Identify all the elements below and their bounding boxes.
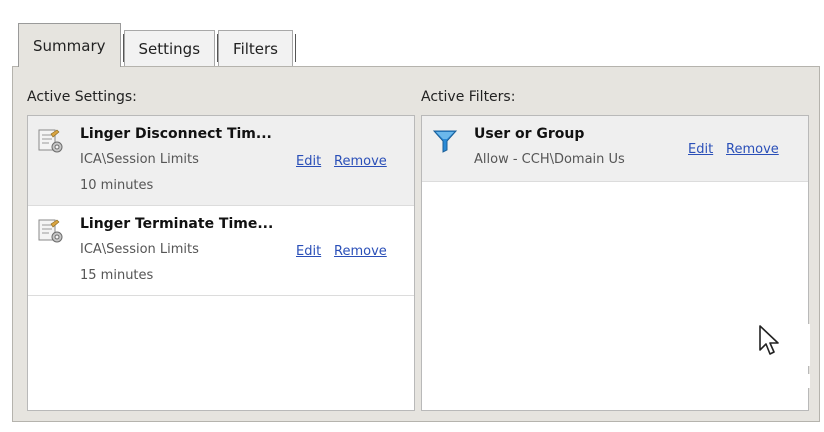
setting-path: ICA\Session Limits — [80, 152, 199, 167]
tab-settings-label: Settings — [138, 39, 201, 58]
filter-title: User or Group — [474, 126, 585, 142]
setting-title: Linger Terminate Time... — [80, 216, 274, 232]
setting-row-linger-disconnect[interactable]: Linger Disconnect Tim... ICA\Session Lim… — [28, 116, 414, 206]
active-settings-list: Linger Disconnect Tim... ICA\Session Lim… — [27, 115, 415, 411]
tab-filters[interactable]: Filters — [218, 30, 293, 66]
setting-path: ICA\Session Limits — [80, 242, 199, 257]
remove-link[interactable]: Remove — [726, 142, 779, 157]
tab-summary-label: Summary — [33, 36, 106, 55]
edit-link[interactable]: Edit — [688, 142, 713, 157]
policy-summary-window: Summary Settings Filters Active Settings… — [6, 8, 820, 424]
summary-panel: Active Settings: Linger Disconnect Tim..… — [12, 66, 820, 422]
policy-setting-icon — [38, 128, 64, 154]
setting-row-linger-terminate[interactable]: Linger Terminate Time... ICA\Session Lim… — [28, 206, 414, 296]
edit-link[interactable]: Edit — [296, 154, 321, 169]
setting-value: 10 minutes — [80, 178, 154, 193]
tab-settings[interactable]: Settings — [123, 30, 216, 66]
filter-detail: Allow - CCH\Domain Us — [474, 152, 625, 167]
edit-link[interactable]: Edit — [296, 244, 321, 259]
setting-title: Linger Disconnect Tim... — [80, 126, 272, 142]
active-filters-list: User or Group Allow - CCH\Domain Us Edit… — [421, 115, 809, 411]
tab-filters-label: Filters — [233, 39, 278, 58]
tab-summary[interactable]: Summary — [18, 23, 121, 67]
filter-row-user-or-group[interactable]: User or Group Allow - CCH\Domain Us Edit… — [422, 116, 808, 182]
tab-strip: Summary Settings Filters — [18, 22, 296, 67]
filter-funnel-icon — [432, 128, 458, 154]
active-filters-heading: Active Filters: — [421, 89, 516, 105]
mouse-cursor-icon — [756, 324, 786, 362]
tab-divider — [295, 34, 296, 62]
remove-link[interactable]: Remove — [334, 244, 387, 259]
blank-strip — [456, 374, 810, 388]
remove-link[interactable]: Remove — [334, 154, 387, 169]
active-settings-heading: Active Settings: — [27, 89, 137, 105]
setting-value: 15 minutes — [80, 268, 154, 283]
policy-setting-icon — [38, 218, 64, 244]
